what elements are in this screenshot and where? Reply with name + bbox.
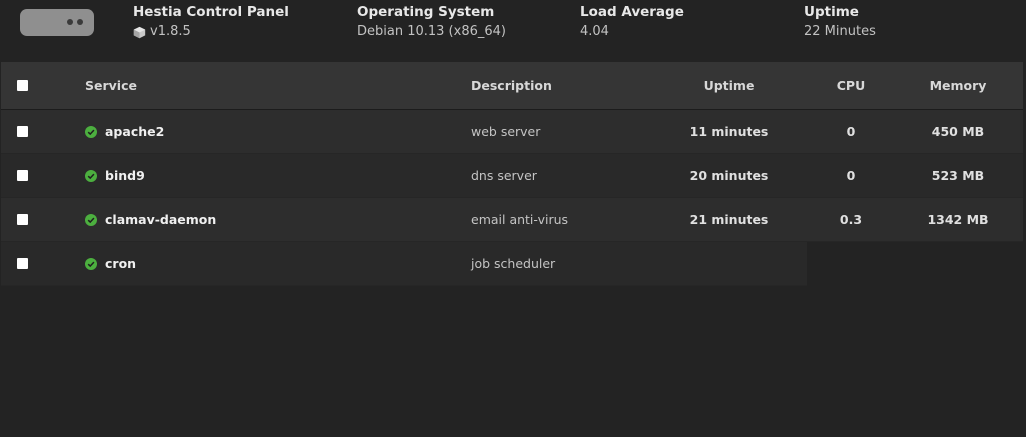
panel-version-text: v1.8.5 bbox=[150, 24, 191, 39]
panel-version: v1.8.5 bbox=[133, 24, 289, 40]
check-circle-icon bbox=[85, 169, 97, 182]
row-check-cell bbox=[17, 198, 31, 241]
service-description: job scheduler bbox=[471, 256, 556, 271]
check-circle-icon bbox=[85, 213, 97, 226]
top-bar: Hestia Control Panel v1.8.5 Operating Sy… bbox=[0, 0, 1026, 62]
service-name[interactable]: bind9 bbox=[105, 168, 145, 183]
server-led-icon bbox=[77, 19, 83, 25]
service-name[interactable]: apache2 bbox=[105, 124, 164, 139]
service-description: dns server bbox=[471, 168, 537, 183]
service-uptime: 21 minutes bbox=[689, 212, 769, 227]
service-name-cell: clamav-daemon bbox=[85, 198, 385, 241]
service-name[interactable]: clamav-daemon bbox=[105, 212, 216, 227]
check-circle-icon bbox=[85, 257, 97, 270]
table-row[interactable]: cron job scheduler bbox=[1, 242, 807, 286]
service-cpu: 0 bbox=[846, 168, 856, 183]
row-check-cell bbox=[17, 154, 31, 197]
column-cpu[interactable]: CPU bbox=[801, 62, 901, 109]
select-all-cell bbox=[17, 62, 31, 109]
column-description[interactable]: Description bbox=[471, 62, 671, 109]
table-header: Service Description Uptime CPU Memory bbox=[1, 62, 1023, 110]
row-checkbox[interactable] bbox=[17, 214, 28, 225]
service-uptime: 20 minutes bbox=[689, 168, 769, 183]
cube-icon bbox=[133, 26, 146, 38]
service-cpu: 0.3 bbox=[839, 212, 863, 227]
uptime-info: Uptime 22 Minutes bbox=[804, 4, 876, 40]
select-all-checkbox[interactable] bbox=[17, 80, 28, 91]
load-title: Load Average bbox=[580, 4, 684, 20]
table-row[interactable]: clamav-daemon email anti-virus 21 minute… bbox=[1, 198, 1023, 242]
os-title: Operating System bbox=[357, 4, 495, 20]
column-memory[interactable]: Memory bbox=[908, 62, 1008, 109]
server-led-icon bbox=[67, 19, 73, 25]
column-service[interactable]: Service bbox=[85, 62, 385, 109]
server-icon bbox=[20, 9, 94, 36]
panel-info: Hestia Control Panel v1.8.5 bbox=[133, 4, 289, 40]
os-info: Operating System Debian 10.13 (x86_64) bbox=[357, 4, 506, 40]
table-row[interactable]: apache2 web server 11 minutes 0 450 MB bbox=[1, 110, 1023, 154]
service-name-cell: apache2 bbox=[85, 110, 385, 153]
service-memory: 450 MB bbox=[931, 124, 985, 139]
service-cpu: 0 bbox=[846, 124, 856, 139]
service-memory: 523 MB bbox=[931, 168, 985, 183]
uptime-value: 22 Minutes bbox=[804, 24, 876, 39]
column-uptime[interactable]: Uptime bbox=[661, 62, 797, 109]
service-name-cell: bind9 bbox=[85, 154, 385, 197]
service-memory: 1342 MB bbox=[927, 212, 989, 227]
os-value: Debian 10.13 (x86_64) bbox=[357, 24, 506, 39]
row-checkbox[interactable] bbox=[17, 170, 28, 181]
services-table: Service Description Uptime CPU Memory ap… bbox=[1, 62, 1023, 286]
row-checkbox[interactable] bbox=[17, 258, 28, 269]
check-circle-icon bbox=[85, 125, 97, 138]
row-check-cell bbox=[17, 242, 31, 285]
service-name-cell: cron bbox=[85, 242, 385, 285]
service-name[interactable]: cron bbox=[105, 256, 136, 271]
service-uptime: 11 minutes bbox=[689, 124, 769, 139]
row-checkbox[interactable] bbox=[17, 126, 28, 137]
service-description: web server bbox=[471, 124, 541, 139]
row-check-cell bbox=[17, 110, 31, 153]
load-value: 4.04 bbox=[580, 24, 609, 39]
load-info: Load Average 4.04 bbox=[580, 4, 684, 40]
service-description: email anti-virus bbox=[471, 212, 569, 227]
uptime-title: Uptime bbox=[804, 4, 859, 20]
table-row[interactable]: bind9 dns server 20 minutes 0 523 MB bbox=[1, 154, 1023, 198]
panel-title: Hestia Control Panel bbox=[133, 4, 289, 20]
